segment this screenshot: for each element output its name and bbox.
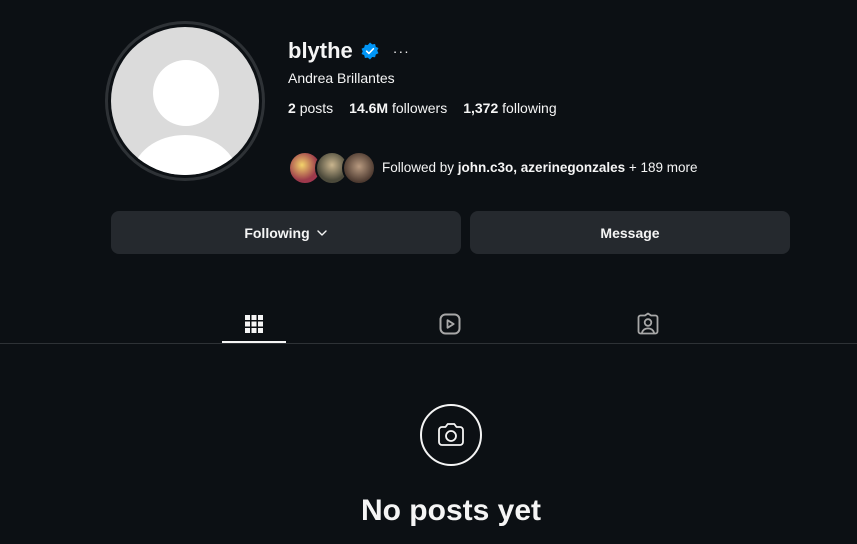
profile-avatar[interactable]	[105, 21, 265, 181]
followers-label: followers	[391, 100, 448, 116]
mutual-follower-avatars	[288, 150, 376, 185]
posts-stat: 2 posts	[288, 100, 333, 116]
followed-by-names: john.c3o, azerinegonzales	[457, 159, 626, 175]
avatar-body	[133, 135, 237, 175]
username-row: blythe ···	[288, 35, 410, 67]
followed-by-row[interactable]: Followed by john.c3o, azerinegonzales + …	[288, 150, 698, 185]
following-link[interactable]: 1,372 following	[463, 100, 556, 116]
username: blythe	[288, 38, 353, 63]
tab-posts[interactable]	[222, 306, 286, 342]
posts-count: 2	[288, 100, 296, 116]
following-label: following	[502, 100, 557, 116]
tabs-divider	[0, 343, 857, 344]
chevron-down-icon	[316, 229, 327, 236]
tab-reels[interactable]	[418, 306, 482, 342]
profile-stats: 2 posts 14.6M followers 1,372 following	[288, 100, 573, 116]
following-button[interactable]: Following	[111, 211, 461, 254]
full-name: Andrea Brillantes	[288, 70, 395, 86]
message-button-label: Message	[600, 224, 660, 241]
reels-icon	[439, 313, 461, 335]
camera-icon	[438, 423, 464, 446]
empty-state-camera	[420, 404, 482, 466]
avatar-head	[153, 60, 219, 126]
followers-count: 14.6M	[349, 100, 389, 116]
followed-by-text[interactable]: Followed by john.c3o, azerinegonzales + …	[382, 160, 698, 175]
grid-icon	[245, 315, 263, 333]
tagged-icon	[637, 312, 659, 335]
tab-tagged[interactable]	[616, 306, 680, 342]
message-button[interactable]: Message	[470, 211, 790, 254]
empty-state-title: No posts yet	[360, 494, 542, 527]
followed-by-suffix: + 189 more	[625, 159, 698, 175]
following-button-label: Following	[244, 224, 310, 241]
more-options-icon[interactable]: ···	[393, 43, 410, 59]
default-avatar-icon	[111, 27, 259, 175]
mutual-avatar	[342, 151, 376, 185]
verified-badge-icon	[361, 42, 379, 60]
posts-label: posts	[299, 100, 334, 116]
followers-link[interactable]: 14.6M followers	[349, 100, 447, 116]
followed-by-prefix: Followed by	[382, 159, 458, 175]
following-count: 1,372	[463, 100, 499, 116]
